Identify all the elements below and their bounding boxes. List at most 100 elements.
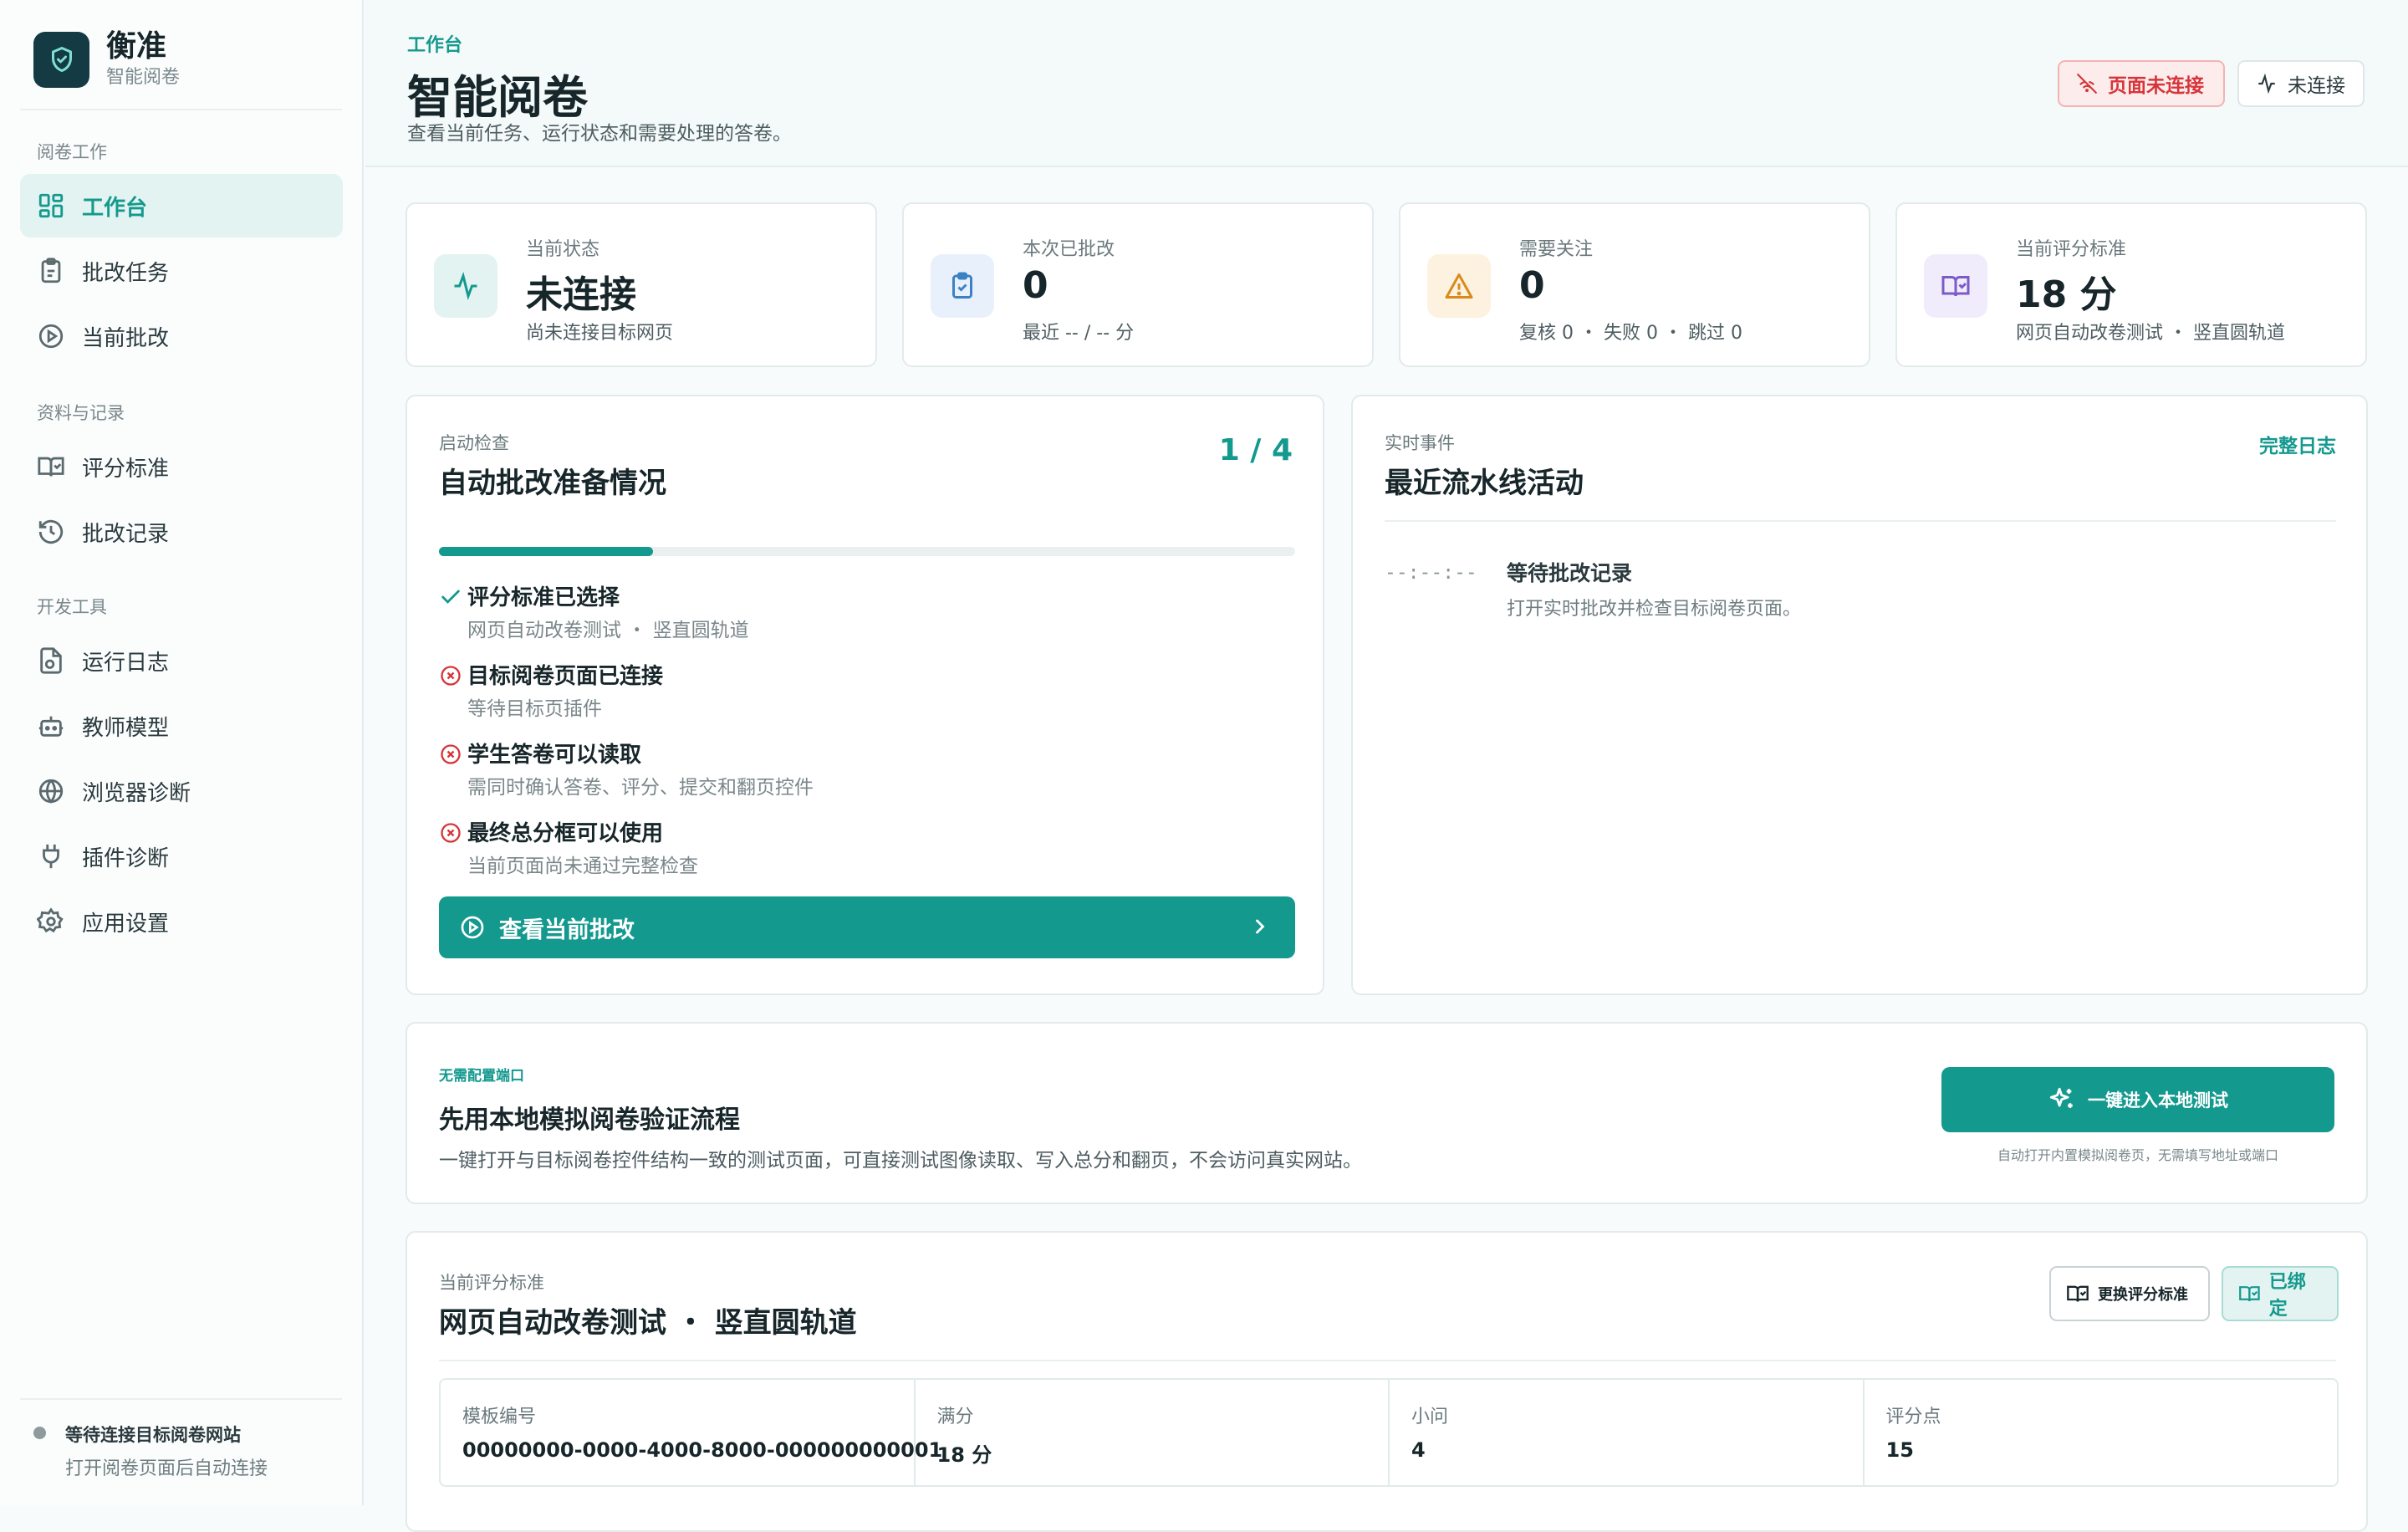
sidebar-item-label: 应用设置 bbox=[82, 911, 170, 937]
stat-value: 未连接 bbox=[526, 273, 636, 316]
section-label-grading: 阅卷工作 bbox=[37, 142, 107, 162]
activity-icon bbox=[434, 254, 497, 318]
globe-icon bbox=[38, 779, 64, 804]
brand-subtitle: 智能阅卷 bbox=[106, 67, 181, 88]
event-title: 等待批改记录 bbox=[1507, 561, 1633, 585]
brand-name: 衡准 bbox=[106, 29, 167, 64]
plug-icon bbox=[43, 844, 59, 869]
sidebar-item-label: 教师模型 bbox=[82, 715, 170, 741]
sidebar-item-history[interactable]: 批改记录 bbox=[20, 500, 343, 564]
local-test-card: 无需配置端口 先用本地模拟阅卷验证流程 一键打开与目标阅卷控件结构一致的测试页面… bbox=[406, 1022, 2368, 1204]
readiness-counter: 1 / 4 bbox=[1218, 433, 1293, 467]
sidebar-item-tasks[interactable]: 批改任务 bbox=[20, 239, 343, 303]
stat-sub: 网页自动改卷测试 ・ 竖直圆轨道 bbox=[2016, 323, 2285, 344]
section-label-records: 资料与记录 bbox=[37, 403, 125, 423]
page-status-label: 页面未连接 bbox=[2108, 75, 2204, 97]
activity-icon bbox=[2258, 73, 2275, 94]
change-rubric-button[interactable]: 更换评分标准 bbox=[2049, 1266, 2210, 1321]
stat-value: 18 分 bbox=[2016, 273, 2117, 316]
sidebar-item-logs[interactable]: 运行日志 bbox=[20, 629, 343, 692]
x-circle-icon bbox=[441, 823, 461, 843]
sidebar-item-dashboard[interactable]: 工作台 bbox=[20, 174, 343, 237]
book-check-icon bbox=[2067, 1285, 2089, 1302]
wifi-off-icon bbox=[2077, 74, 2097, 94]
chevron-right-icon bbox=[1256, 919, 1265, 934]
readiness-title: 自动批改准备情况 bbox=[439, 467, 666, 500]
book-check-icon bbox=[1924, 254, 1987, 318]
header-eyebrow: 工作台 bbox=[407, 35, 463, 56]
check-title: 目标阅卷页面已连接 bbox=[467, 664, 664, 689]
file-log-icon bbox=[40, 647, 62, 674]
enter-local-test-button[interactable]: 一键进入本地测试 bbox=[1941, 1067, 2334, 1132]
x-circle-icon bbox=[441, 744, 461, 764]
connection-status-button[interactable]: 未连接 bbox=[2237, 60, 2365, 107]
meta-value: 00000000-0000-4000-8000-000000000001 bbox=[462, 1438, 943, 1462]
stat-value: 0 bbox=[1023, 264, 1048, 307]
local-test-note: 自动打开内置模拟阅卷页，无需填写地址或端口 bbox=[1997, 1147, 2278, 1163]
sidebar-item-current-grading[interactable]: 当前批改 bbox=[20, 304, 343, 368]
meta-cell: 小问 4 bbox=[1390, 1380, 1865, 1485]
page-status-button[interactable]: 页面未连接 bbox=[2058, 60, 2225, 107]
stat-card-rubric: 当前评分标准 18 分 网页自动改卷测试 ・ 竖直圆轨道 bbox=[1895, 202, 2367, 367]
clipboard-icon bbox=[41, 258, 61, 283]
event-detail: 打开实时批改并检查目标阅卷页面。 bbox=[1507, 599, 1802, 620]
check-title: 评分标准已选择 bbox=[467, 585, 620, 610]
footer-status: 等待连接目标阅卷网站 bbox=[65, 1425, 241, 1445]
stat-card-status: 当前状态 未连接 尚未连接目标网页 bbox=[406, 202, 877, 367]
stat-card-attention: 需要关注 0 复核 0 ・ 失败 0 ・ 跳过 0 bbox=[1399, 202, 1870, 367]
rubric-meta-table: 模板编号 00000000-0000-4000-8000-00000000000… bbox=[439, 1378, 2339, 1487]
sparkles-icon bbox=[2049, 1087, 2073, 1108]
play-circle-icon bbox=[461, 916, 484, 939]
warning-icon bbox=[1427, 254, 1491, 318]
meta-value: 15 bbox=[1885, 1438, 1914, 1462]
history-icon bbox=[38, 519, 64, 544]
footer-hint: 打开阅卷页面后自动连接 bbox=[65, 1458, 268, 1479]
shield-logo-icon bbox=[33, 31, 89, 88]
check-title: 学生答卷可以读取 bbox=[467, 743, 642, 768]
sidebar-divider bbox=[20, 1398, 342, 1400]
gear-icon bbox=[37, 907, 64, 933]
progress-fill bbox=[439, 547, 653, 556]
local-test-title: 先用本地模拟阅卷验证流程 bbox=[439, 1106, 740, 1135]
readiness-progress-bar bbox=[439, 547, 1295, 556]
sidebar-item-browser-diagnostics[interactable]: 浏览器诊断 bbox=[20, 759, 343, 823]
check-detail: 网页自动改卷测试 ・ 竖直圆轨道 bbox=[467, 620, 749, 641]
sidebar: 衡准 智能阅卷 阅卷工作 工作台 批改任务 当前批改 资料与记录 评分标准 批改… bbox=[0, 0, 364, 1505]
bot-icon bbox=[38, 716, 64, 737]
button-label: 更换评分标准 bbox=[2098, 1286, 2188, 1304]
stat-sub: 最近 -- / -- 分 bbox=[1023, 323, 1135, 344]
button-label: 一键进入本地测试 bbox=[2088, 1090, 2228, 1111]
sidebar-item-plugin-diagnostics[interactable]: 插件诊断 bbox=[20, 825, 343, 888]
stat-sub: 尚未连接目标网页 bbox=[526, 323, 674, 344]
brand[interactable]: 衡准 智能阅卷 bbox=[33, 28, 180, 90]
rubric-card: 当前评分标准 网页自动改卷测试 ・ 竖直圆轨道 更换评分标准 已绑定 模板编号 … bbox=[406, 1231, 2368, 1532]
check-detail: 需同时确认答卷、评分、提交和翻页控件 bbox=[467, 777, 814, 799]
events-card: 实时事件 最近流水线活动 完整日志 --:--:-- 等待批改记录 打开实时批改… bbox=[1351, 395, 2368, 995]
sidebar-item-label: 批改记录 bbox=[82, 521, 170, 547]
clipboard-check-icon bbox=[931, 254, 994, 318]
event-time: --:--:-- bbox=[1385, 562, 1477, 584]
view-current-grading-button[interactable]: 查看当前批改 bbox=[439, 896, 1295, 958]
sidebar-item-label: 运行日志 bbox=[82, 650, 170, 676]
sidebar-item-teacher-model[interactable]: 教师模型 bbox=[20, 694, 343, 758]
rubric-divider bbox=[439, 1360, 2336, 1361]
meta-cell: 评分点 15 bbox=[1865, 1380, 2338, 1485]
button-label: 查看当前批改 bbox=[499, 917, 635, 943]
events-title: 最近流水线活动 bbox=[1385, 467, 1584, 500]
book-check-icon bbox=[38, 457, 64, 477]
sidebar-item-label: 评分标准 bbox=[82, 456, 170, 482]
full-log-link[interactable]: 完整日志 bbox=[2259, 430, 2336, 458]
sidebar-item-label: 批改任务 bbox=[82, 260, 170, 286]
sidebar-item-rubrics[interactable]: 评分标准 bbox=[20, 435, 343, 498]
dashboard-icon bbox=[38, 193, 64, 218]
local-test-desc: 一键打开与目标阅卷控件结构一致的测试页面，可直接测试图像读取、写入总分和翻页，不… bbox=[439, 1150, 1362, 1172]
sidebar-item-settings[interactable]: 应用设置 bbox=[20, 890, 343, 953]
bound-badge[interactable]: 已绑定 bbox=[2222, 1266, 2339, 1321]
events-eyebrow: 实时事件 bbox=[1385, 433, 1455, 453]
meta-label: 小问 bbox=[1411, 1407, 1449, 1427]
section-label-devtools: 开发工具 bbox=[37, 597, 107, 617]
meta-cell: 满分 18 分 bbox=[916, 1380, 1390, 1485]
check-detail: 当前页面尚未通过完整检查 bbox=[467, 855, 698, 877]
meta-value: 4 bbox=[1411, 1438, 1426, 1462]
stat-label: 当前状态 bbox=[526, 239, 600, 260]
